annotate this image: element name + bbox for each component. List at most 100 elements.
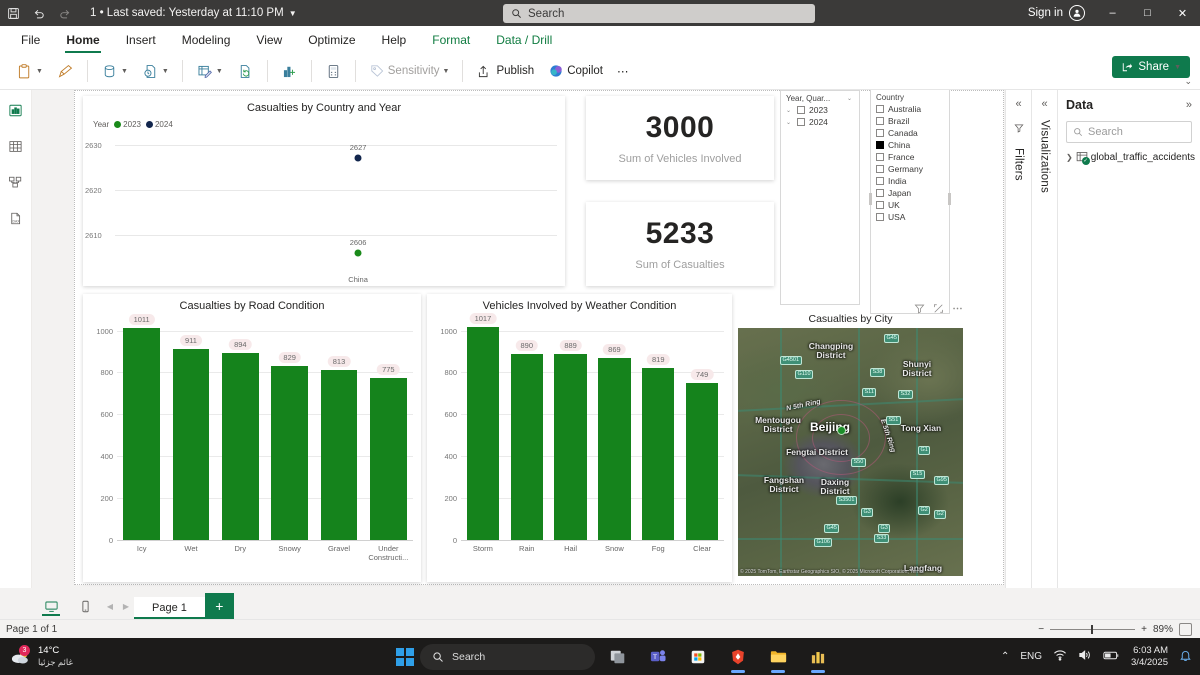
slicer-checkbox[interactable] [876, 105, 884, 113]
slicer-country[interactable]: Country AustraliaBrazilCanadaChinaFrance… [870, 90, 950, 314]
slicer-checkbox[interactable] [876, 141, 884, 149]
data-search-input[interactable]: Search [1066, 121, 1192, 143]
visual-casualties-by-road-condition[interactable]: Casualties by Road Condition 02004006008… [83, 294, 421, 582]
bar[interactable] [222, 353, 259, 540]
expand-visualizations-icon[interactable]: « [1041, 98, 1047, 110]
taskbar-app-power-bi-desktop[interactable] [801, 640, 835, 674]
refresh-button[interactable] [231, 57, 260, 85]
recent-sources-button[interactable]: ▼ [136, 57, 175, 85]
undo-icon[interactable] [26, 0, 52, 26]
map-data-bubble[interactable] [837, 426, 846, 435]
slicer-item[interactable]: Japan [871, 187, 949, 199]
new-visual-button[interactable] [275, 57, 304, 85]
bar[interactable] [173, 349, 210, 540]
transform-data-button[interactable]: ▼ [190, 57, 229, 85]
chevron-down-icon[interactable]: ▼ [162, 68, 169, 75]
slicer-item[interactable]: ⌄2023 [781, 104, 859, 116]
scatter-point[interactable] [355, 155, 362, 162]
slicer-checkbox[interactable] [876, 189, 884, 197]
battery-icon[interactable] [1103, 650, 1120, 664]
sidebar-item-model-view[interactable] [3, 170, 29, 194]
collapse-ribbon-icon[interactable]: ⌄ [1184, 76, 1192, 87]
ribbon-tab-format[interactable]: Format [419, 29, 483, 53]
get-data-button[interactable]: ▼ [95, 57, 134, 85]
report-canvas[interactable]: Casualties by Country and Year Year 2023… [74, 90, 1004, 585]
zoom-out-button[interactable]: − [1038, 624, 1044, 635]
save-status[interactable]: 1 • Last saved: Yesterday at 11:10 PM ▼ [90, 7, 297, 19]
visual-casualties-by-city[interactable]: Casualties by City Changping DistrictShu… [738, 313, 963, 582]
sidebar-item-dax-query-view[interactable]: DAX [3, 206, 29, 230]
ribbon-tab-help[interactable]: Help [369, 29, 420, 53]
taskbar-search-input[interactable]: Search [420, 644, 595, 670]
bar[interactable] [271, 366, 308, 540]
slicer-year-quarter[interactable]: Year, Quar... ⌄ ⌄2023⌄2024 [780, 90, 860, 305]
slicer-checkbox[interactable] [876, 153, 884, 161]
desktop-layout-button[interactable] [34, 593, 68, 619]
tray-expand-icon[interactable]: ⌃ [1001, 651, 1009, 662]
slicer-item[interactable]: UK [871, 199, 949, 211]
slicer-item[interactable]: ⌄2024 [781, 116, 859, 128]
sidebar-item-report-view[interactable] [3, 98, 29, 122]
visualizations-pane-collapsed[interactable]: « Visualizations [1031, 90, 1057, 588]
slicer-checkbox[interactable] [797, 118, 805, 126]
publish-button[interactable]: Publish [470, 57, 540, 85]
save-icon[interactable] [0, 0, 26, 26]
ribbon-tab-insert[interactable]: Insert [113, 29, 169, 53]
redo-icon[interactable] [52, 0, 78, 26]
slicer-item[interactable]: Brazil [871, 115, 949, 127]
account-avatar-icon[interactable] [1069, 5, 1085, 21]
slicer-item[interactable]: Germany [871, 163, 949, 175]
zoom-slider[interactable] [1050, 629, 1135, 630]
slicer-checkbox[interactable] [876, 129, 884, 137]
taskbar-app-file-explorer[interactable] [761, 640, 795, 674]
next-page-button[interactable]: ▶ [118, 593, 134, 619]
slicer-item[interactable]: China [871, 139, 949, 151]
card-casualties[interactable]: 5233 Sum of Casualties [586, 202, 774, 286]
scatter-plot-area[interactable]: 26102620263026062627China [115, 131, 557, 271]
slicer-item[interactable]: France [871, 151, 949, 163]
taskbar-app-brave-browser[interactable] [721, 640, 755, 674]
chevron-down-icon[interactable]: ⌄ [847, 95, 854, 102]
zoom-slider-thumb[interactable] [1091, 625, 1093, 634]
legend-item[interactable]: 2024 [146, 120, 173, 129]
start-button-icon[interactable] [396, 648, 414, 666]
expand-filters-icon[interactable]: « [1015, 98, 1021, 110]
ribbon-tab-home[interactable]: Home [53, 29, 112, 53]
ribbon-tab-data-drill[interactable]: Data / Drill [483, 29, 565, 53]
search-input[interactable]: Search [503, 4, 815, 23]
taskbar-weather-widget[interactable]: 3 14°C غائم جزئيا [0, 645, 73, 669]
chevron-down-icon[interactable]: ▼ [1174, 64, 1181, 71]
taskbar-app-microsoft-store[interactable] [681, 640, 715, 674]
bar[interactable] [370, 378, 407, 540]
wifi-icon[interactable] [1053, 649, 1067, 664]
page-tab-page-1[interactable]: Page 1 [134, 597, 205, 619]
chevron-right-icon[interactable]: ❯ [1066, 153, 1073, 162]
ribbon-tab-modeling[interactable]: Modeling [169, 29, 244, 53]
card-vehicles-involved[interactable]: 3000 Sum of Vehicles Involved [586, 96, 774, 180]
chevron-down-icon[interactable]: ▼ [216, 68, 223, 75]
slicer-checkbox[interactable] [876, 213, 884, 221]
share-button[interactable]: Share ▼ [1112, 56, 1190, 78]
sensitivity-button[interactable]: Sensitivity ▼ [363, 57, 456, 85]
bar[interactable] [554, 354, 586, 540]
bar[interactable] [123, 328, 160, 540]
zoom-in-button[interactable]: + [1141, 624, 1147, 635]
close-button[interactable]: ✕ [1165, 0, 1200, 26]
taskbar-app-microsoft-teams[interactable]: T [641, 640, 675, 674]
slicer-checkbox[interactable] [876, 177, 884, 185]
ribbon-tab-file[interactable]: File [8, 29, 53, 53]
bar[interactable] [686, 383, 718, 540]
ribbon-tab-optimize[interactable]: Optimize [295, 29, 368, 53]
resize-handle-left[interactable] [869, 193, 872, 205]
more-options-icon[interactable] [952, 301, 963, 319]
bar-plot-area[interactable]: 020040060080010001011Icy911Wet894Dry829S… [117, 318, 413, 540]
sidebar-item-table-view[interactable] [3, 134, 29, 158]
visual-vehicles-by-weather-condition[interactable]: Vehicles Involved by Weather Condition 0… [427, 294, 732, 582]
slicer-checkbox[interactable] [876, 201, 884, 209]
slicer-checkbox[interactable] [876, 165, 884, 173]
format-painter-button[interactable] [51, 57, 80, 85]
slicer-item[interactable]: Australia [871, 103, 949, 115]
language-indicator[interactable]: ENG [1020, 651, 1042, 662]
minimize-button[interactable]: – [1095, 0, 1130, 26]
taskbar-clock[interactable]: 6:03 AM 3/4/2025 [1131, 645, 1168, 669]
